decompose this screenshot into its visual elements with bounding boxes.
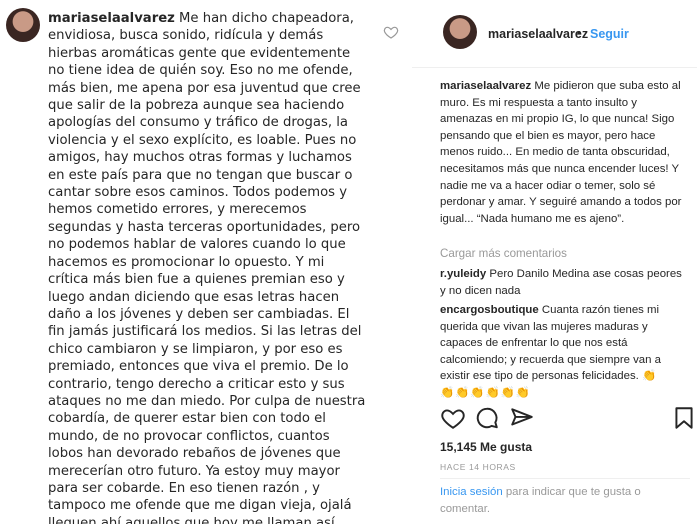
clapping-hands-emoji-row: 👏👏👏👏👏👏 — [440, 386, 532, 399]
left-post-panel: mariaselaalvarez Me han dicho chapeadora… — [0, 0, 412, 524]
post-header: mariaselaalvarez • Seguir — [412, 0, 697, 68]
divider — [440, 478, 690, 479]
likes-count[interactable]: 15,145 Me gusta — [440, 440, 532, 454]
comment-username[interactable]: encargosboutique — [440, 304, 539, 316]
login-link[interactable]: Inicia sesión — [440, 486, 503, 498]
heart-outline-icon[interactable] — [383, 24, 399, 40]
comment-item: r.yuleidy Pero Danilo Medina ase cosas p… — [440, 266, 688, 299]
avatar[interactable] — [6, 8, 40, 42]
comment-username[interactable]: r.yuleidy — [440, 268, 486, 280]
left-post-caption: mariaselaalvarez Me han dicho chapeadora… — [48, 10, 366, 524]
login-prompt: Inicia sesión para indicar que te gusta … — [440, 484, 690, 518]
caption-username[interactable]: mariaselaalvarez — [440, 80, 531, 92]
post-timestamp[interactable]: HACE 14 HORAS — [440, 462, 516, 472]
left-post-username[interactable]: mariaselaalvarez — [48, 11, 175, 26]
clapping-hands-emoji: 👏 — [642, 370, 657, 383]
header-separator: • — [577, 26, 582, 40]
comment-item: encargosboutique Cuanta razón tienes mi … — [440, 302, 688, 402]
action-bar — [412, 405, 697, 435]
heart-outline-icon[interactable] — [440, 405, 466, 431]
comment-bubble-icon[interactable] — [474, 405, 500, 431]
header-username[interactable]: mariaselaalvarez — [488, 27, 588, 41]
follow-button[interactable]: Seguir — [590, 27, 629, 41]
bookmark-icon[interactable] — [671, 405, 697, 431]
left-post-body: Me han dicho chapeadora, envidiosa, busc… — [48, 11, 366, 524]
load-more-comments-button[interactable]: Cargar más comentarios — [440, 247, 567, 260]
share-plane-icon[interactable] — [509, 405, 535, 431]
avatar[interactable] — [443, 15, 477, 49]
post-caption: mariaselaalvarez Me pidieron que suba es… — [440, 78, 682, 227]
caption-text: Me pidieron que suba esto al muro. Es mi… — [440, 80, 682, 225]
right-post-panel: mariaselaalvarez • Seguir mariaselaalvar… — [412, 0, 697, 524]
